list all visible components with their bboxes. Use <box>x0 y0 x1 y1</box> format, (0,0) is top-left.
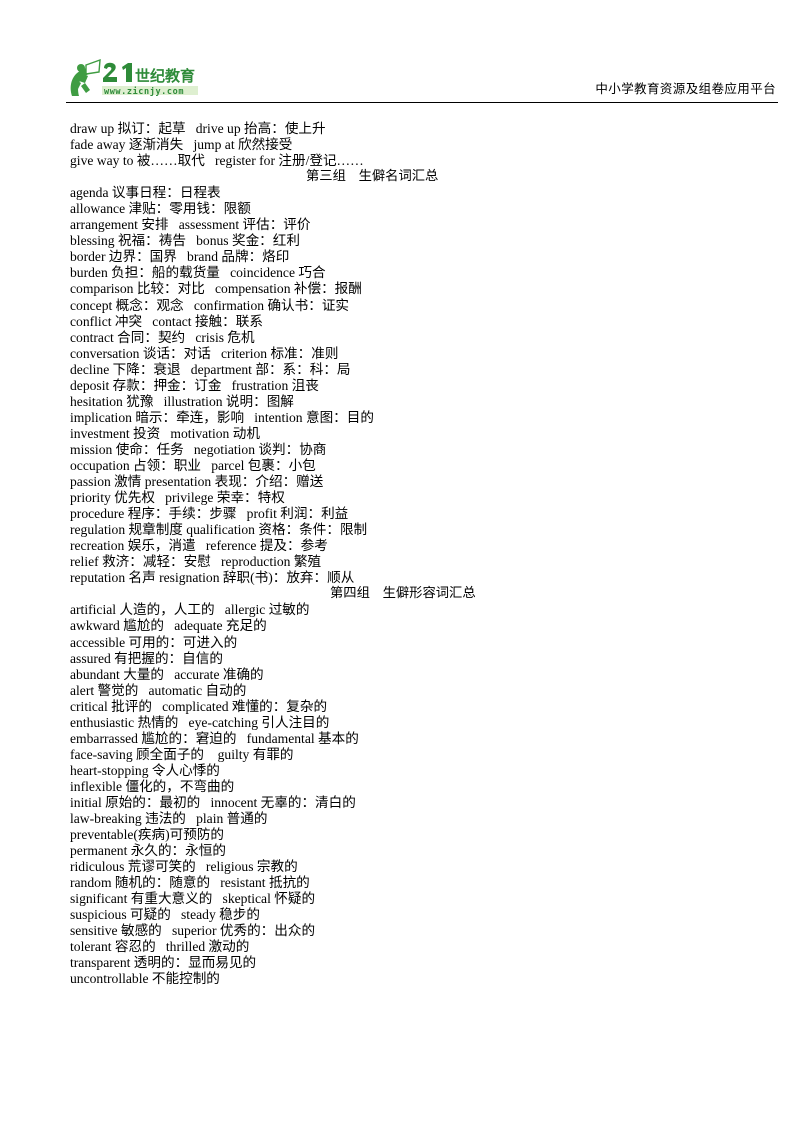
noun-line: deposit 存款：押金：订金 frustration 沮丧 <box>70 377 319 393</box>
noun-line: agenda 议事日程：日程表 <box>70 185 221 201</box>
document-body: draw up 拟订：起草 drive up 抬高：使上升 fade away 逐… <box>70 121 750 988</box>
adjective-line: heart-stopping 令人心悸的 <box>70 762 220 778</box>
adjective-line: face-saving 顾全面子的 guilty 有罪的 <box>70 746 294 762</box>
noun-line: regulation 规章制度 qualification 资格：条件：限制 <box>70 522 368 538</box>
adjective-line: assured 有把握的：自信的 <box>70 650 223 666</box>
logo-brand-cn: 世纪教育 <box>135 67 195 85</box>
noun-line: recreation 娱乐，消遣 reference 提及：参考 <box>70 538 328 554</box>
document-page: 世纪教育 www.zicnjy.com 中小学教育资源及组卷应用平台 draw … <box>0 0 794 1123</box>
phrase-line: give way to 被……取代 register for 注册/登记…… <box>70 153 364 169</box>
phrase-line: fade away 逐渐消失 jump at 欣然接受 <box>70 137 293 153</box>
adjective-line: tolerant 容忍的 thrilled 激动的 <box>70 939 250 955</box>
noun-list: agenda 议事日程：日程表 allowance 津贴：零用钱：限额 arrang… <box>70 185 750 586</box>
noun-line: investment 投资 motivation 动机 <box>70 425 260 441</box>
group4-heading: 第四组 生僻形容词汇总 <box>330 586 476 602</box>
adjective-line: critical 批评的 complicated 难懂的：复杂的 <box>70 698 328 714</box>
adjective-line: suspicious 可疑的 steady 稳步的 <box>70 907 260 923</box>
adjective-line: abundant 大量的 accurate 准确的 <box>70 666 264 682</box>
noun-line: relief 救济：减轻：安慰 reproduction 繁殖 <box>70 554 322 570</box>
adjective-line: embarrassed 尴尬的：窘迫的 fundamental 基本的 <box>70 730 359 746</box>
adjective-line: accessible 可用的：可进入的 <box>70 634 238 650</box>
adjective-line: preventable(疾病)可预防的 <box>70 827 225 843</box>
adjective-list: artificial 人造的，人工的 allergic 过敏的 awkward 尴… <box>70 602 750 987</box>
noun-line: allowance 津贴：零用钱：限额 <box>70 201 251 217</box>
header-tagline: 中小学教育资源及组卷应用平台 <box>595 81 776 96</box>
noun-line: arrangement 安排 assessment 评估：评价 <box>70 217 311 233</box>
logo-graphic: 世纪教育 www.zicnjy.com <box>70 58 198 97</box>
adjective-line: random 随机的：随意的 resistant 抵抗的 <box>70 875 310 891</box>
noun-line: occupation 占领：职业 parcel 包裹：小包 <box>70 457 316 473</box>
runner-icon <box>70 58 101 96</box>
adjective-line: law-breaking 违法的 plain 普通的 <box>70 811 268 827</box>
noun-line: concept 概念：观念 confirmation 确认书：证实 <box>70 297 350 313</box>
adjective-line: significant 有重大意义的 skeptical 怀疑的 <box>70 891 316 907</box>
noun-line: passion 激情 presentation 表现：介绍：赠送 <box>70 474 324 490</box>
adjective-line: awkward 尴尬的 adequate 充足的 <box>70 618 267 634</box>
noun-line: comparison 比较：对比 compensation 补偿：报酬 <box>70 281 362 297</box>
noun-line: procedure 程序：手续：步骤 profit 利润：利益 <box>70 506 349 522</box>
noun-line: conversation 谈话：对话 criterion 标准：准则 <box>70 345 339 361</box>
adjective-line: artificial 人造的，人工的 allergic 过敏的 <box>70 602 310 618</box>
logo-url: www.zicnjy.com <box>104 86 184 97</box>
noun-line: burden 负担：船的载货量 coincidence 巧合 <box>70 265 326 281</box>
header-divider <box>66 102 778 103</box>
adjective-line: transparent 透明的：显而易见的 <box>70 955 257 971</box>
adjective-line: initial 原始的：最初的 innocent 无辜的：清白的 <box>70 794 356 810</box>
adjective-line: sensitive 敏感的 superior 优秀的：出众的 <box>70 923 316 939</box>
group3-heading: 第三组 生僻名词汇总 <box>306 169 439 185</box>
noun-line: priority 优先权 privilege 荣幸：特权 <box>70 490 285 506</box>
logo-number <box>103 62 132 82</box>
noun-line: contract 合同：契约 crisis 危机 <box>70 329 255 345</box>
phrase-list: draw up 拟订：起草 drive up 抬高：使上升 fade away 逐… <box>70 121 750 169</box>
noun-line: decline 下降：衰退 department 部：系：科：局 <box>70 361 351 377</box>
noun-line: conflict 冲突 contact 接触：联系 <box>70 313 263 329</box>
adjective-line: inflexible 僵化的，不弯曲的 <box>70 778 235 794</box>
noun-line: hesitation 犹豫 illustration 说明：图解 <box>70 393 294 409</box>
noun-line: border 边界：国界 brand 品牌：烙印 <box>70 249 290 265</box>
adjective-line: permanent 永久的：永恒的 <box>70 843 226 859</box>
noun-line: mission 使命：任务 negotiation 谈判：协商 <box>70 441 327 457</box>
document-header: 世纪教育 www.zicnjy.com 中小学教育资源及组卷应用平台 <box>0 52 794 104</box>
brand-logo: 世纪教育 www.zicnjy.com <box>66 56 198 100</box>
adjective-line: uncontrollable 不能控制的 <box>70 971 220 987</box>
noun-line: reputation 名声 resignation 辞职(书)：放弃：顺从 <box>70 570 355 586</box>
phrase-line: draw up 拟订：起草 drive up 抬高：使上升 <box>70 121 326 136</box>
adjective-line: ridiculous 荒谬可笑的 religious 宗教的 <box>70 859 298 875</box>
noun-line: blessing 祝福：祷告 bonus 奖金：红利 <box>70 233 300 249</box>
adjective-line: alert 警觉的 automatic 自动的 <box>70 682 247 698</box>
adjective-line: enthusiastic 热情的 eye-catching 引人注目的 <box>70 714 330 730</box>
noun-line: implication 暗示：牵连，影响 intention 意图：目的 <box>70 409 374 425</box>
